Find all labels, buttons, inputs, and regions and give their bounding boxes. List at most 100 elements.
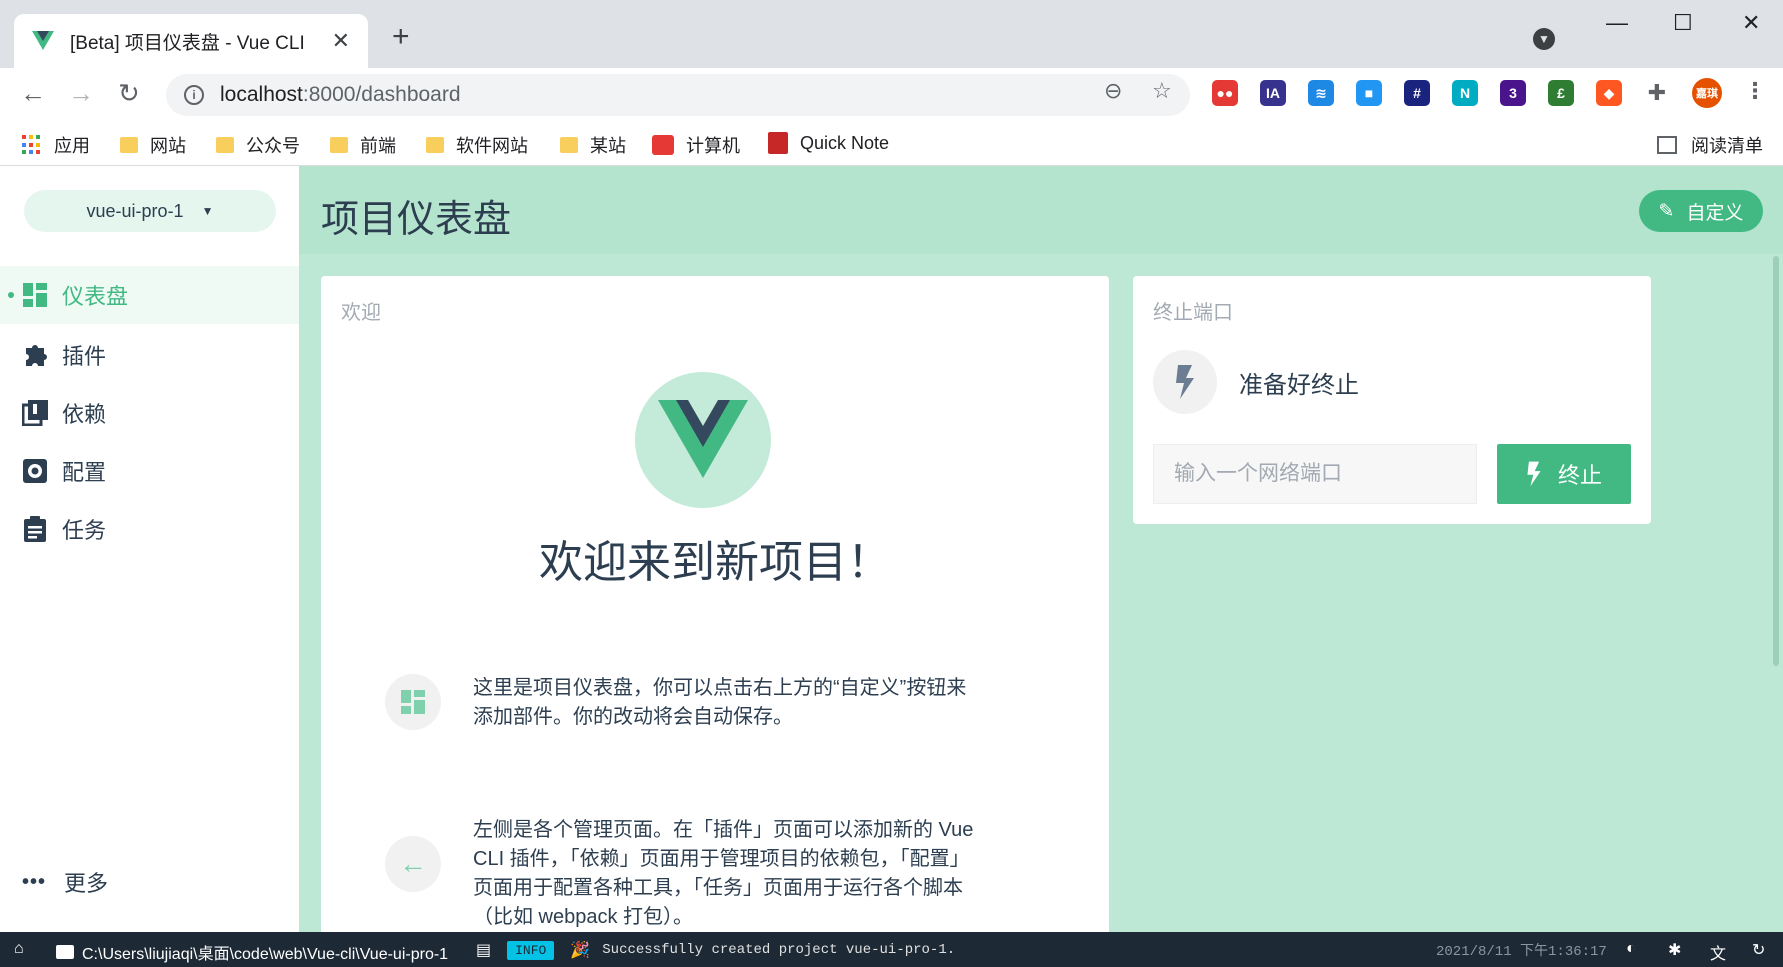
welcome-widget-title: 欢迎	[341, 302, 381, 324]
sidebar-item-plugins[interactable]: 插件	[0, 326, 299, 384]
kill-port-status-text: 准备好终止	[1239, 371, 1359, 399]
ia-extension-icon[interactable]: IA	[1260, 80, 1286, 106]
bookmark-item[interactable]: 某站	[560, 132, 626, 158]
party-icon: 🎉	[570, 942, 591, 959]
bookmark-item[interactable]: 软件网站	[426, 132, 528, 158]
project-name: vue-ui-pro-1	[86, 200, 184, 221]
console-icon: ▤	[476, 942, 492, 959]
minimize-button[interactable]: —	[1606, 10, 1628, 36]
settings-icon	[22, 458, 48, 484]
graduation-extension-icon[interactable]: 3	[1500, 80, 1526, 106]
bookmark-item[interactable]: 计算机	[652, 132, 740, 158]
shield-extension-icon[interactable]: £	[1548, 80, 1574, 106]
vue-logo-icon	[635, 372, 771, 508]
log-level-badge: INFO	[507, 940, 555, 960]
menu-kebab-icon[interactable]: ⋮	[1744, 78, 1766, 104]
folder-icon	[330, 137, 348, 153]
bookmark-star-icon[interactable]: ☆	[1152, 78, 1172, 104]
translate-icon[interactable]: 文	[1710, 940, 1726, 964]
status-bar: ⌂ C:\Users\liujiaqi\桌面\code\web\Vue-cli\…	[0, 932, 1783, 967]
project-selector[interactable]: vue-ui-pro-1 ▼	[24, 190, 276, 232]
tab-close-icon[interactable]: ✕	[332, 28, 350, 54]
console-log[interactable]: ▤ INFO 🎉 Successfully created project vu…	[476, 940, 955, 960]
blue-lines-extension-icon[interactable]: ≋	[1308, 80, 1334, 106]
folder-icon	[216, 137, 234, 153]
bookmark-item[interactable]: 公众号	[216, 132, 300, 158]
reading-list-icon	[1657, 136, 1677, 154]
puzzle-icon	[22, 342, 48, 368]
browser-tab[interactable]: [Beta] 项目仪表盘 - Vue CLI ✕	[14, 14, 368, 68]
log-message: Successfully created project vue-ui-pro-…	[602, 942, 956, 958]
bookmark-item[interactable]: 网站	[120, 132, 186, 158]
page-title: 项目仪表盘	[321, 199, 512, 241]
kill-port-status: 准备好终止	[1153, 350, 1359, 414]
project-path[interactable]: C:\Users\liujiaqi\桌面\code\web\Vue-cli\Vu…	[56, 940, 448, 964]
bookmark-label: 某站	[590, 136, 626, 156]
sidebar-item-dashboard[interactable]: 仪表盘	[0, 266, 299, 324]
folder-icon	[426, 137, 444, 153]
browser-chrome: [Beta] 项目仪表盘 - Vue CLI ✕ + ▼ — ☐ ✕ ← → ↻…	[0, 0, 1783, 166]
refresh-icon[interactable]: ↻	[1752, 940, 1765, 960]
bookmark-item[interactable]: 前端	[330, 132, 396, 158]
reload-icon[interactable]: ↻	[118, 78, 140, 109]
dashboard-tip-icon	[385, 674, 441, 730]
puzzle-extension-icon[interactable]: ✚	[1644, 80, 1670, 106]
tip-sidebar: ← 左侧是各个管理页面。在「插件」页面可以添加新的 Vue CLI 插件，「依赖…	[385, 816, 985, 932]
folder-icon	[120, 137, 138, 153]
main-content: 项目仪表盘 ✎ 自定义 欢迎 欢迎来到新项目！ 这里是项目仪表盘，你可以点击右上…	[299, 166, 1783, 936]
port-input[interactable]	[1153, 444, 1477, 504]
notebook-icon	[768, 132, 788, 154]
tip-dashboard: 这里是项目仪表盘，你可以点击右上方的“自定义”按钮来添加部件。你的改动将会自动保…	[385, 674, 985, 732]
maximize-button[interactable]: ☐	[1673, 10, 1693, 36]
active-dot	[8, 292, 14, 298]
tab-strip: [Beta] 项目仪表盘 - Vue CLI ✕ + ▼ — ☐ ✕	[0, 0, 1783, 68]
content-scrollbar[interactable]	[1773, 256, 1779, 666]
content-header: 项目仪表盘 ✎ 自定义	[299, 166, 1783, 254]
new-tab-button[interactable]: +	[392, 22, 410, 52]
sidebar-item-tasks[interactable]: 任务	[0, 500, 299, 558]
apps-grid-icon	[22, 135, 42, 155]
bookmark-label: 应用	[54, 136, 90, 156]
more-button[interactable]: ••• 更多	[22, 866, 108, 898]
orange-extension-icon[interactable]: ◆	[1596, 80, 1622, 106]
bookmark-label: 计算机	[686, 136, 740, 156]
sidebar-item-config[interactable]: 配置	[0, 442, 299, 500]
bookmarks-bar: 应用 网站 公众号 前端 软件网站 某站 计算机 Quick Note 阅读清单	[0, 124, 1783, 166]
profile-avatar-icon[interactable]: 嘉琪	[1692, 78, 1722, 108]
pencil-icon: ✎	[1658, 200, 1675, 222]
tip-sidebar-text: 左侧是各个管理页面。在「插件」页面可以添加新的 Vue CLI 插件，「依赖」页…	[473, 819, 974, 928]
sidebar-item-label: 插件	[62, 344, 107, 369]
more-label: 更多	[64, 871, 109, 896]
reading-list-label: 阅读清单	[1691, 136, 1763, 156]
hash-extension-icon[interactable]: #	[1404, 80, 1430, 106]
home-icon[interactable]: ⌂	[14, 940, 24, 958]
bookmark-item[interactable]: 应用	[22, 132, 90, 158]
url-text[interactable]: localhost:8000/dashboard	[220, 83, 461, 107]
reading-list-button[interactable]: 阅读清单	[1657, 132, 1763, 158]
address-bar[interactable]: i localhost:8000/dashboard	[166, 74, 1190, 116]
folder-icon	[56, 945, 74, 959]
zoom-icon[interactable]: ⊖	[1104, 78, 1122, 104]
customize-button[interactable]: ✎ 自定义	[1639, 190, 1763, 232]
bookmark-item[interactable]: Quick Note	[768, 132, 889, 154]
sidebar: vue-ui-pro-1 ▼ 仪表盘 插件 依赖 配置 任务 ••• 更多	[0, 166, 299, 932]
red-extension-icon[interactable]: ●●	[1212, 80, 1238, 106]
forward-arrow-icon[interactable]: →	[68, 78, 94, 109]
folder-icon	[560, 137, 578, 153]
tab-search-icon[interactable]: ▼	[1533, 28, 1555, 50]
log-time: 2021/8/11 下午1:36:17	[1436, 940, 1607, 960]
dashboard-icon	[22, 282, 48, 308]
dark-mode-icon[interactable]: ◐	[1626, 940, 1636, 958]
back-arrow-icon[interactable]: ←	[20, 78, 46, 109]
kill-button[interactable]: 终止	[1497, 444, 1631, 504]
library-icon	[22, 400, 48, 426]
sidebar-item-dependencies[interactable]: 依赖	[0, 384, 299, 442]
sidebar-item-label: 任务	[62, 518, 107, 543]
blue-square-extension-icon[interactable]: ■	[1356, 80, 1382, 106]
project-path-text: C:\Users\liujiaqi\桌面\code\web\Vue-cli\Vu…	[82, 946, 449, 963]
close-window-button[interactable]: ✕	[1742, 10, 1760, 36]
site-info-icon[interactable]: i	[184, 85, 204, 105]
bug-icon[interactable]: ✱	[1668, 940, 1681, 960]
n-extension-icon[interactable]: N	[1452, 80, 1478, 106]
lightning-icon	[1153, 350, 1217, 414]
